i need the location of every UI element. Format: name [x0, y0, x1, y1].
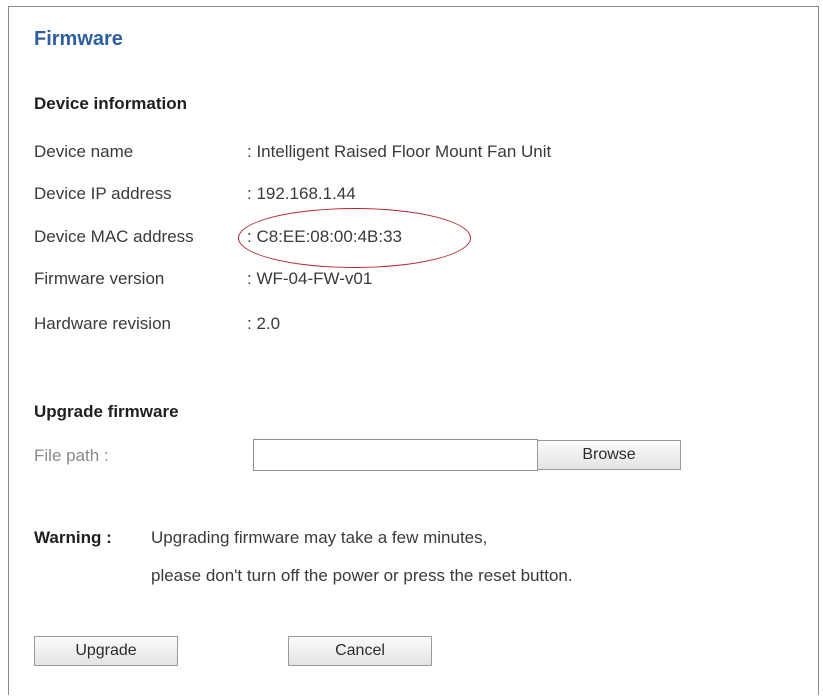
device-mac-label: Device MAC address [34, 227, 194, 246]
device-info-heading: Device information [34, 94, 188, 113]
device-ip-value: : 192.168.1.44 [247, 184, 356, 203]
warning-text-line-2: please don't turn off the power or press… [151, 566, 573, 585]
firmware-version-label: Firmware version [34, 269, 165, 288]
device-name-label: Device name [34, 142, 134, 161]
mac-address-highlight-circle [238, 208, 471, 268]
upgrade-firmware-heading: Upgrade firmware [34, 402, 179, 421]
hardware-revision-value: : 2.0 [247, 314, 281, 333]
file-path-input[interactable] [253, 439, 538, 471]
warning-text-line-1: Upgrading firmware may take a few minute… [151, 528, 488, 547]
device-ip-label: Device IP address [34, 184, 172, 203]
page-title: Firmware [34, 28, 123, 50]
browse-button[interactable]: Browse [537, 440, 681, 470]
file-path-label: File path : [34, 446, 109, 465]
cancel-button[interactable]: Cancel [288, 636, 432, 666]
firmware-version-value: : WF-04-FW-v01 [247, 269, 373, 288]
hardware-revision-label: Hardware revision [34, 314, 171, 333]
device-name-value: : Intelligent Raised Floor Mount Fan Uni… [247, 142, 552, 161]
warning-label: Warning : [34, 528, 112, 547]
upgrade-button[interactable]: Upgrade [34, 636, 178, 666]
